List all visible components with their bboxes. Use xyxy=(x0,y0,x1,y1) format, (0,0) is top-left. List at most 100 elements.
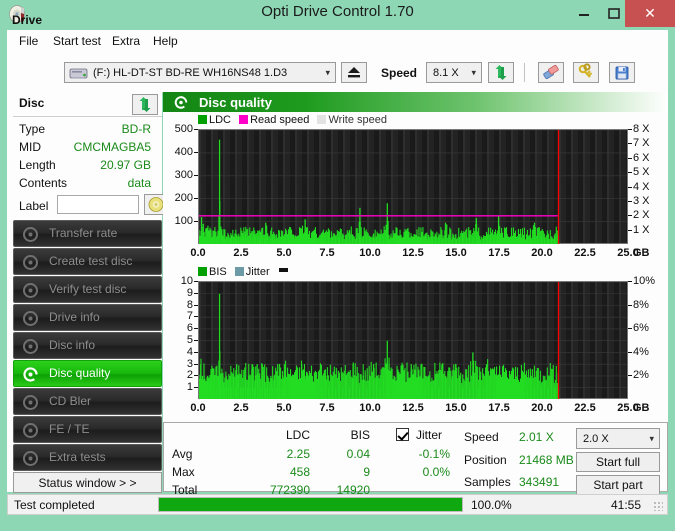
y2-axis-tickmark xyxy=(628,375,632,377)
app-window: Opti Drive Control 1.70 ✕ File Start tes… xyxy=(0,0,675,531)
legend-label-write-speed: Write speed xyxy=(328,114,387,126)
chevron-down-icon: ▾ xyxy=(471,67,476,77)
y-axis-tick: 500 xyxy=(174,123,193,135)
y2-axis-tickmark xyxy=(628,186,632,188)
y-axis-tickmark xyxy=(194,292,198,294)
legend-label-jitter: Jitter xyxy=(245,266,270,278)
y-axis-tick: 6 xyxy=(186,322,193,335)
menu-item-start-test[interactable]: Start test xyxy=(49,33,105,49)
save-button[interactable] xyxy=(609,62,635,83)
minimize-button[interactable] xyxy=(570,0,598,27)
title-bar: Opti Drive Control 1.70 ✕ xyxy=(0,0,675,28)
stats-avg-ldc: 2.25 xyxy=(286,447,310,461)
section-header: Disc quality xyxy=(163,92,668,112)
y2-axis-tick: 8% xyxy=(633,298,649,311)
y-axis-tick: 1 xyxy=(186,381,193,394)
sidebar-item-cd-bler[interactable]: CD Bler xyxy=(13,388,162,415)
sidebar-item-label: CD Bler xyxy=(49,394,92,408)
disc-label-input[interactable] xyxy=(57,195,139,214)
y-axis-tick: 7 xyxy=(186,310,193,323)
resize-grip[interactable] xyxy=(653,501,663,511)
erase-button[interactable] xyxy=(538,62,564,83)
y2-axis-tick: 7 X xyxy=(633,137,650,150)
y-axis-tick: 5 xyxy=(186,334,193,346)
nav-list: Transfer rate Create test disc Verify te… xyxy=(13,220,162,472)
maximize-button[interactable] xyxy=(600,0,628,27)
eject-button[interactable] xyxy=(341,62,367,83)
y-axis-tickmark xyxy=(194,351,198,353)
x-axis-tick: 12.5 xyxy=(402,247,424,259)
sidebar-item-fe-te[interactable]: FE / TE xyxy=(13,416,162,443)
y2-axis-tick: 6% xyxy=(633,322,649,335)
stats-speed-label: Speed xyxy=(464,430,499,444)
status-window-button[interactable]: Status window > > xyxy=(13,472,162,493)
sidebar-item-transfer-rate[interactable]: Transfer rate xyxy=(13,220,162,247)
close-button[interactable]: ✕ xyxy=(625,0,675,27)
start-part-button[interactable]: Start part xyxy=(576,475,660,495)
disc-row-mid: MID CMCMAGBA5 xyxy=(19,140,159,156)
disc-refresh-button[interactable] xyxy=(132,94,158,115)
y-axis-tick: 2 xyxy=(186,369,193,382)
y-axis-tick: 10 xyxy=(180,275,193,287)
menu-item-help[interactable]: Help xyxy=(149,33,182,49)
disc-row-type: Type BD-R xyxy=(19,122,159,138)
disc-row-type-key: Type xyxy=(19,122,46,136)
legend-swatch-write-speed xyxy=(317,115,327,124)
x-axis-unit: GB xyxy=(633,247,650,259)
disc-info-icon xyxy=(22,338,39,355)
drive-select-value: (F:) HL-DT-ST BD-RE WH16NS48 1.D3 xyxy=(93,66,288,79)
menu-item-extra[interactable]: Extra xyxy=(108,33,144,49)
menu-bar: File Start test Extra Help xyxy=(7,30,668,51)
x-axis-tick: 20.0 xyxy=(531,402,553,414)
y-axis-tickmark xyxy=(194,175,198,176)
refresh-button[interactable] xyxy=(488,62,514,83)
test-speed-value: 2.0 X xyxy=(583,432,609,445)
y-axis-tickmark xyxy=(194,328,198,330)
sidebar-item-label: Verify test disc xyxy=(49,282,127,296)
disc-quality-icon xyxy=(173,95,189,110)
progress-fill xyxy=(159,498,462,511)
disc-quality-icon xyxy=(22,366,39,383)
ldc-plot-area[interactable] xyxy=(198,129,628,245)
legend-label-ldc: LDC xyxy=(209,114,232,126)
start-full-button[interactable]: Start full xyxy=(576,452,660,472)
y2-axis-tickmark xyxy=(628,129,632,130)
chevron-down-icon: ▾ xyxy=(649,433,654,443)
y2-axis-tickmark xyxy=(628,200,632,202)
status-window-label: Status window > > xyxy=(38,476,137,490)
stats-max-ldc: 458 xyxy=(289,465,310,479)
test-speed-select[interactable]: 2.0 X ▾ xyxy=(576,428,660,449)
sidebar-item-label: Drive info xyxy=(49,310,100,324)
sidebar-item-create-test-disc[interactable]: Create test disc xyxy=(13,248,162,275)
y2-axis-tick: 4% xyxy=(633,345,649,358)
sidebar-item-verify-test-disc[interactable]: Verify test disc xyxy=(13,276,162,303)
drive-select[interactable]: (F:) HL-DT-ST BD-RE WH16NS48 1.D3 ▾ xyxy=(64,62,336,83)
ldc-plot-svg xyxy=(199,130,627,245)
disc-test-icon xyxy=(22,226,39,243)
y-axis-tick: 3 xyxy=(186,357,193,370)
disc-row-type-value: BD-R xyxy=(121,122,151,136)
bis-plot-area[interactable] xyxy=(198,281,628,400)
sidebar-item-drive-info[interactable]: Drive info xyxy=(13,304,162,331)
speed-select[interactable]: 8.1 X ▾ xyxy=(426,62,482,83)
x-axis-tick: 7.5 xyxy=(319,247,335,259)
sidebar-item-disc-quality[interactable]: Disc quality xyxy=(13,360,162,387)
speed-select-value: 8.1 X xyxy=(433,66,459,79)
drive-info-icon xyxy=(22,310,39,327)
legend-swatch-jitter xyxy=(234,267,244,276)
sidebar-item-disc-info[interactable]: Disc info xyxy=(13,332,162,359)
sidebar-item-label: Disc quality xyxy=(49,366,111,380)
y2-axis-tickmark xyxy=(628,215,632,217)
stats-speed-value: 2.01 X xyxy=(519,430,554,444)
y-axis-tick: 4 xyxy=(186,345,193,358)
status-bar: Test completed 100.0% 41:55 xyxy=(7,494,668,515)
jitter-checkbox[interactable] xyxy=(396,428,409,441)
sidebar-item-extra-tests[interactable]: Extra tests xyxy=(13,444,162,471)
disc-row-contents-key: Contents xyxy=(19,176,68,190)
menu-item-file[interactable]: File xyxy=(15,33,42,49)
x-axis-tick: 15.0 xyxy=(445,247,467,259)
disc-write-icon xyxy=(22,254,39,271)
disc-row-contents: Contents data xyxy=(19,176,159,192)
keys-button[interactable] xyxy=(573,62,599,83)
y-axis-tick: 200 xyxy=(174,192,193,204)
